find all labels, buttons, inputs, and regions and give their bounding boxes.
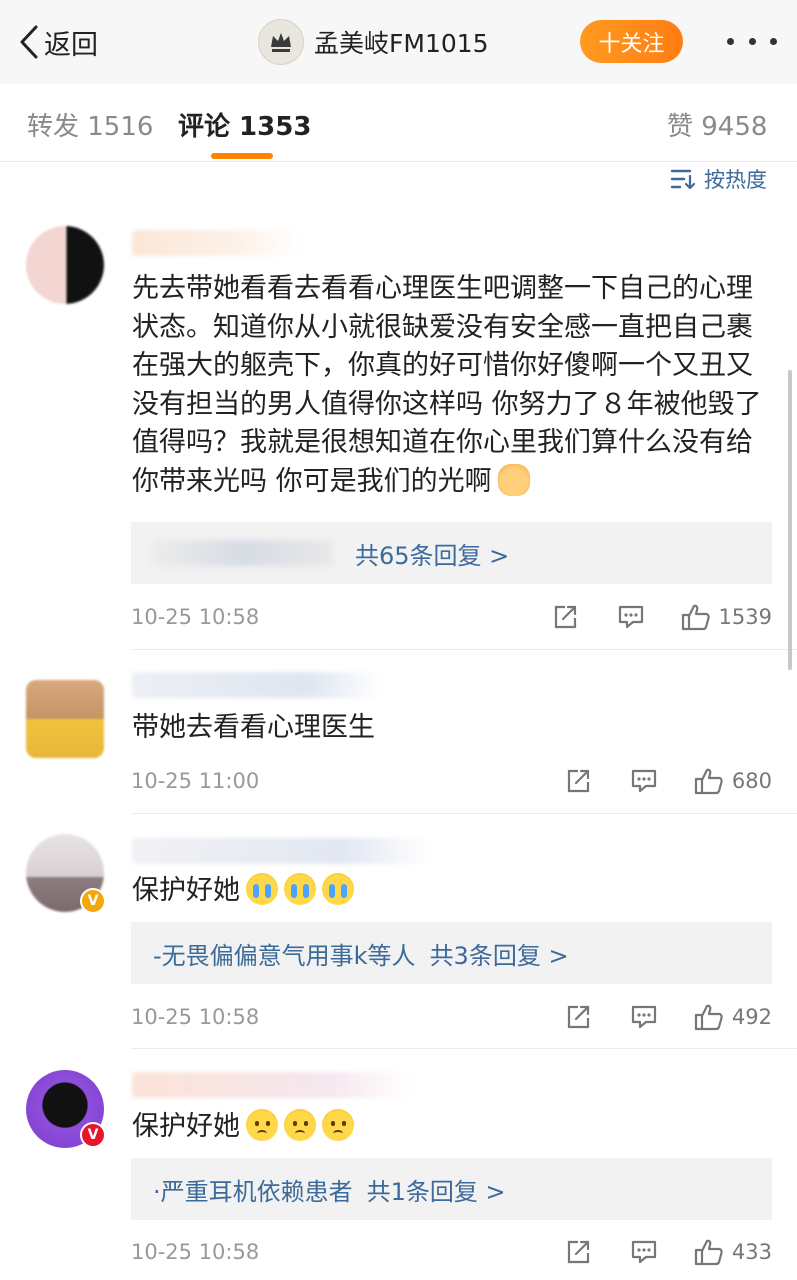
comment-meta: 10-25 10:58 492: [131, 1000, 772, 1034]
like-button[interactable]: 680: [694, 767, 772, 795]
like-button[interactable]: 433: [694, 1238, 772, 1266]
comment-body: 保护好她: [132, 875, 240, 906]
sort-icon: [670, 169, 696, 190]
share-icon: [567, 769, 590, 793]
share-button[interactable]: [551, 603, 579, 631]
reply-count: 共1条回复 >: [366, 1177, 506, 1206]
active-tab-indicator: [211, 153, 273, 159]
dot-icon: [748, 37, 756, 45]
top-nav-bar: 返回 孟美岐FM1015 十关注: [0, 0, 797, 84]
share-icon: [567, 1240, 590, 1264]
like-count: 492: [731, 1005, 772, 1029]
comment-meta: 10-25 11:00 680: [131, 764, 772, 798]
crying-icon: [284, 873, 316, 905]
avatar[interactable]: [26, 226, 104, 304]
divider: [131, 1048, 797, 1049]
verified-badge: V: [80, 888, 106, 914]
more-options-button[interactable]: [727, 30, 777, 52]
username-blurred[interactable]: [132, 230, 302, 256]
reply-user-blurred: [153, 540, 333, 566]
sad-icon: [322, 1109, 354, 1141]
like-count: 433: [731, 1240, 772, 1264]
dot-icon: [770, 37, 777, 45]
comment-icon: [631, 1005, 657, 1029]
share-icon: [567, 1005, 590, 1029]
comment-body: 先去带她看看去看看心理医生吧调整一下自己的心理状态。知道你从小就很缺爱没有安全感…: [132, 273, 762, 497]
follow-button[interactable]: 十关注: [580, 20, 683, 63]
comment-text: 保护好她: [132, 872, 772, 911]
thumbs-up-icon: [681, 604, 710, 631]
share-button[interactable]: [564, 1003, 592, 1031]
sort-button[interactable]: 按热度: [670, 164, 767, 194]
account-avatar: [258, 19, 304, 65]
avatar[interactable]: [26, 680, 104, 758]
crying-icon: [246, 873, 278, 905]
thumbs-up-icon: [694, 1239, 723, 1266]
tab-comments[interactable]: 评论 1353: [178, 106, 311, 143]
sort-label: 按热度: [704, 168, 767, 192]
timestamp: 10-25 10:58: [131, 1240, 260, 1264]
reply-button[interactable]: [630, 1004, 658, 1030]
comment-body: 带她去看看心理医生: [132, 712, 375, 743]
timestamp: 10-25 10:58: [131, 605, 260, 629]
like-count: 680: [731, 769, 772, 793]
tab-likes[interactable]: 赞 9458: [667, 106, 767, 143]
cat-icon: [497, 463, 530, 496]
share-icon: [554, 605, 576, 629]
comment-text: 保护好她: [132, 1108, 772, 1147]
username-blurred[interactable]: [132, 672, 382, 698]
comment-icon: [631, 769, 657, 793]
sad-icon: [284, 1109, 316, 1141]
crying-icon: [322, 873, 354, 905]
scrollbar[interactable]: [788, 370, 792, 670]
chevron-left-icon: [20, 25, 38, 59]
comment-meta: 10-25 10:58 1539: [131, 600, 772, 634]
reply-user-names: ·严重耳机依赖患者: [153, 1177, 353, 1206]
tab-reposts[interactable]: 转发 1516: [27, 106, 153, 143]
comment-actions: 492: [564, 1000, 772, 1034]
thumbs-up-icon: [694, 768, 723, 795]
comment-icon: [618, 605, 643, 629]
reply-user-names: -无畏偏偏意气用事k等人: [153, 941, 416, 970]
tab-bar: 转发 1516 评论 1353 赞 9458: [0, 84, 797, 162]
comment-text: 带她去看看心理医生: [132, 709, 772, 748]
comment-body: 保护好她: [132, 1111, 240, 1142]
comment-meta: 10-25 10:58 433: [131, 1235, 772, 1269]
comment-actions: 680: [564, 764, 772, 798]
back-button[interactable]: 返回: [18, 22, 98, 62]
like-count: 1539: [718, 605, 772, 629]
like-button[interactable]: 492: [694, 1003, 772, 1031]
username-blurred[interactable]: [132, 838, 432, 864]
verified-badge: V: [80, 1122, 106, 1148]
divider: [131, 649, 797, 650]
replies-link[interactable]: ·严重耳机依赖患者 共1条回复 >: [131, 1158, 772, 1220]
timestamp: 10-25 10:58: [131, 1005, 260, 1029]
comment-actions: 433: [564, 1235, 772, 1269]
divider: [131, 813, 797, 814]
thumbs-up-icon: [694, 1004, 723, 1031]
comment-icon: [631, 1240, 657, 1264]
reply-count: 共65条回复 >: [355, 541, 510, 570]
reply-button[interactable]: [630, 1239, 658, 1265]
share-button[interactable]: [564, 1238, 592, 1266]
timestamp: 10-25 11:00: [131, 769, 260, 793]
username-blurred[interactable]: [132, 1072, 412, 1098]
crown-logo-icon: [271, 33, 291, 52]
reply-button[interactable]: [630, 768, 658, 794]
share-button[interactable]: [564, 767, 592, 795]
sad-icon: [246, 1109, 278, 1141]
back-label: 返回: [44, 29, 98, 61]
reply-count: 共3条回复 >: [429, 941, 569, 970]
account-title[interactable]: 孟美岐FM1015: [258, 18, 489, 66]
dot-icon: [727, 37, 734, 45]
comment-actions: 1539: [551, 600, 772, 634]
account-name: 孟美岐FM1015: [314, 29, 489, 58]
like-button[interactable]: 1539: [681, 603, 772, 631]
reply-button[interactable]: [617, 604, 645, 630]
comment-text: 先去带她看看去看看心理医生吧调整一下自己的心理状态。知道你从小就很缺爱没有安全感…: [132, 270, 772, 501]
replies-link[interactable]: 共65条回复 >: [131, 522, 772, 584]
replies-link[interactable]: -无畏偏偏意气用事k等人 共3条回复 >: [131, 922, 772, 984]
